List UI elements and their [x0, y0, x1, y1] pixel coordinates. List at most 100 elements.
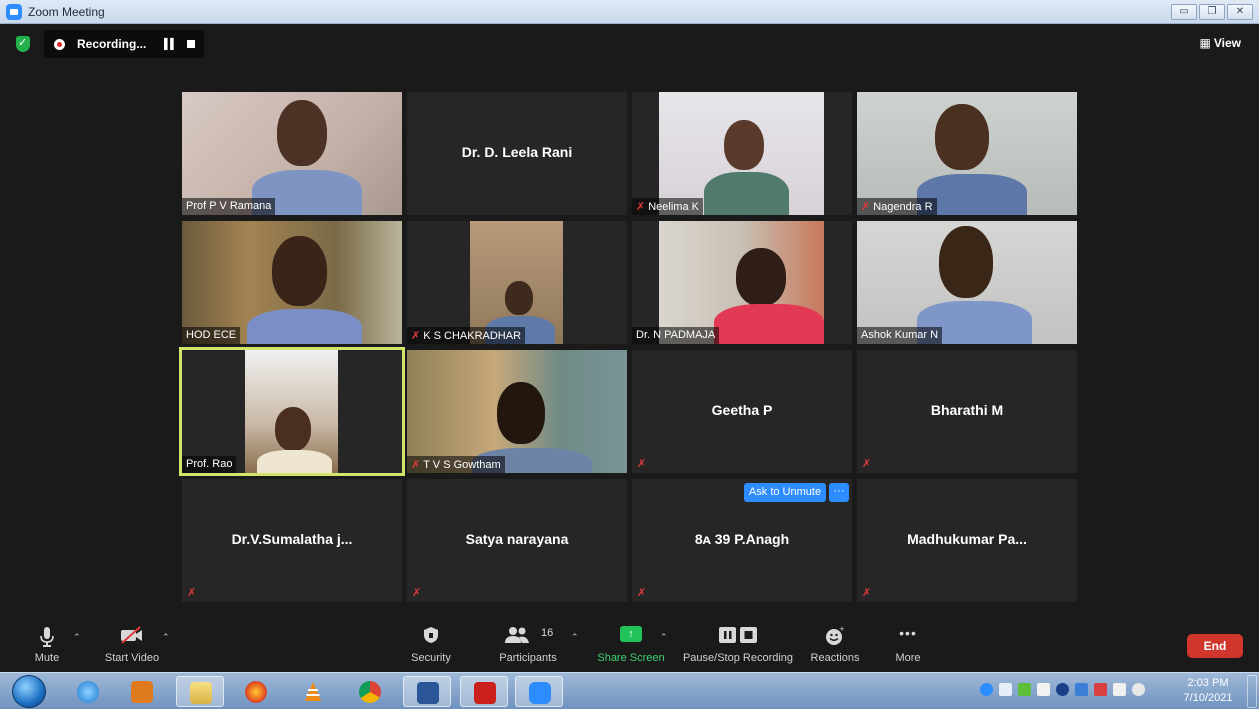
participant-name-label: Prof P V Ramana — [182, 198, 276, 215]
participant-name-label: ✗ Nagendra R — [857, 198, 937, 215]
mute-button[interactable]: Mute — [22, 620, 72, 672]
share-options-caret-icon[interactable]: ⌃ — [660, 632, 668, 643]
taskbar-acrobat[interactable] — [460, 676, 508, 707]
participants-label: Participants — [499, 652, 557, 664]
muted-mic-icon: ✗ — [411, 459, 421, 471]
monitor-icon[interactable] — [1075, 683, 1088, 696]
ask-to-unmute-button[interactable]: Ask to Unmute — [744, 483, 826, 502]
more-dots-icon: ••• — [899, 625, 917, 641]
video-tile[interactable]: ✗ Neelima K — [632, 92, 852, 215]
taskbar-clock[interactable]: 2:03 PM 7/10/2021 — [1178, 676, 1238, 706]
word-icon — [417, 682, 439, 704]
start-button-windows-icon[interactable] — [12, 675, 46, 708]
participant-name-label: HOD ECE — [182, 327, 241, 344]
participant-video — [659, 221, 824, 344]
video-tile[interactable]: Prof P V Ramana — [182, 92, 402, 215]
reactions-button[interactable]: + Reactions — [808, 620, 862, 672]
end-meeting-button[interactable]: End — [1187, 634, 1243, 658]
participant-figure — [252, 92, 382, 215]
chrome-icon — [359, 681, 381, 703]
taskbar-media-player[interactable] — [118, 676, 166, 707]
taskbar-zoom[interactable] — [515, 676, 563, 707]
taskbar-chrome[interactable] — [346, 676, 394, 707]
view-button[interactable]: ▦ View — [1200, 36, 1241, 50]
participant-video — [182, 92, 402, 215]
video-tile[interactable]: Satya narayana ✗ — [407, 479, 627, 602]
stop-recording-icon[interactable] — [187, 40, 195, 48]
bluetooth-icon[interactable] — [1056, 683, 1069, 696]
start-video-label: Start Video — [104, 652, 160, 664]
firefox-icon — [245, 681, 267, 703]
participant-video — [407, 350, 627, 473]
show-desktop-button[interactable] — [1247, 675, 1257, 708]
meeting-topbar: Recording... ▌▌ ▦View — [0, 24, 1259, 64]
video-tile[interactable]: ✗ K S CHAKRADHAR — [407, 221, 627, 344]
volume-icon[interactable] — [1037, 683, 1050, 696]
video-tile-active-speaker[interactable]: Prof. Rao — [179, 347, 405, 476]
start-video-button[interactable]: Start Video — [100, 620, 164, 672]
video-tile[interactable]: ✗ T V S Gowtham — [407, 350, 627, 473]
tile-more-options-button[interactable]: ··· — [829, 483, 849, 502]
participant-name: Geetha P — [711, 402, 773, 418]
share-screen-label: Share Screen — [597, 652, 665, 664]
participant-name: Dr.V.Sumalatha j... — [231, 531, 353, 547]
zoom-tray-icon[interactable] — [980, 683, 993, 696]
grid-icon: ▦ — [1199, 36, 1211, 50]
security-label: Security — [411, 652, 451, 664]
participant-name: Ashok Kumar N — [861, 329, 939, 341]
pause-recording-icon[interactable]: ▌▌ — [164, 39, 177, 50]
security-button[interactable]: Security — [405, 620, 457, 672]
speaker-icon[interactable] — [1132, 683, 1145, 696]
muted-mic-icon: ✗ — [862, 458, 872, 470]
video-options-caret-icon[interactable]: ⌃ — [162, 632, 170, 643]
participant-name-label: Ashok Kumar N — [857, 327, 943, 344]
participant-name: K S CHAKRADHAR — [423, 330, 522, 342]
network-icon[interactable] — [1018, 683, 1031, 696]
pause-stop-label: Pause/Stop Recording — [682, 652, 794, 664]
device-icon[interactable] — [1113, 683, 1126, 696]
participant-name: Bharathi M — [930, 402, 1004, 418]
participants-button[interactable]: 16 Participants — [495, 620, 561, 672]
taskbar-internet-explorer[interactable] — [64, 676, 112, 707]
video-tile[interactable]: Geetha P ✗ — [632, 350, 852, 473]
recording-text: Recording... — [77, 37, 147, 51]
maximize-button[interactable]: ❐ — [1199, 4, 1225, 20]
recording-indicator: Recording... ▌▌ — [44, 30, 204, 58]
video-tile[interactable]: ✗ Nagendra R — [857, 92, 1077, 215]
mute-label: Mute — [34, 652, 60, 664]
taskbar-vlc[interactable] — [289, 676, 337, 707]
participant-name-label: Dr. N PADMAJA — [632, 327, 720, 344]
video-tile[interactable]: Bharathi M ✗ — [857, 350, 1077, 473]
video-tile[interactable]: Dr. N PADMAJA — [632, 221, 852, 344]
video-tile[interactable]: Dr.V.Sumalatha j... ✗ — [182, 479, 402, 602]
video-tile[interactable]: Ashok Kumar N — [857, 221, 1077, 344]
muted-mic-icon: ✗ — [411, 330, 421, 342]
participant-name: Dr. D. Leela Rani — [461, 144, 573, 160]
pause-stop-recording-button[interactable]: Pause/Stop Recording — [682, 620, 794, 672]
flag-icon[interactable] — [1094, 683, 1107, 696]
folder-icon — [190, 682, 212, 704]
signal-icon[interactable] — [999, 683, 1012, 696]
video-tile[interactable]: HOD ECE — [182, 221, 402, 344]
vlc-cone-icon — [305, 682, 321, 701]
video-tile[interactable]: Madhukumar Pa... ✗ — [857, 479, 1077, 602]
encryption-shield-icon[interactable] — [16, 36, 30, 52]
acrobat-icon — [474, 682, 496, 704]
participant-video — [857, 221, 1077, 344]
minimize-button[interactable]: ▭ — [1171, 4, 1197, 20]
audio-options-caret-icon[interactable]: ⌃ — [73, 632, 81, 643]
taskbar-word[interactable] — [403, 676, 451, 707]
participant-name: T V S Gowtham — [423, 459, 501, 471]
participants-options-caret-icon[interactable]: ⌃ — [571, 632, 579, 643]
taskbar-file-explorer[interactable] — [176, 676, 224, 707]
share-screen-button[interactable]: ↑ Share Screen — [597, 620, 665, 672]
video-tile[interactable]: Dr. D. Leela Rani — [407, 92, 627, 215]
participant-name: Madhukumar Pa... — [907, 531, 1027, 547]
muted-mic-icon: ✗ — [187, 587, 197, 599]
participant-name-label: ✗ K S CHAKRADHAR — [407, 327, 526, 344]
zoom-app-icon — [6, 4, 22, 20]
muted-mic-icon: ✗ — [412, 587, 422, 599]
close-button[interactable]: ✕ — [1227, 4, 1253, 20]
taskbar-firefox[interactable] — [232, 676, 280, 707]
more-button[interactable]: ••• More — [884, 620, 932, 672]
